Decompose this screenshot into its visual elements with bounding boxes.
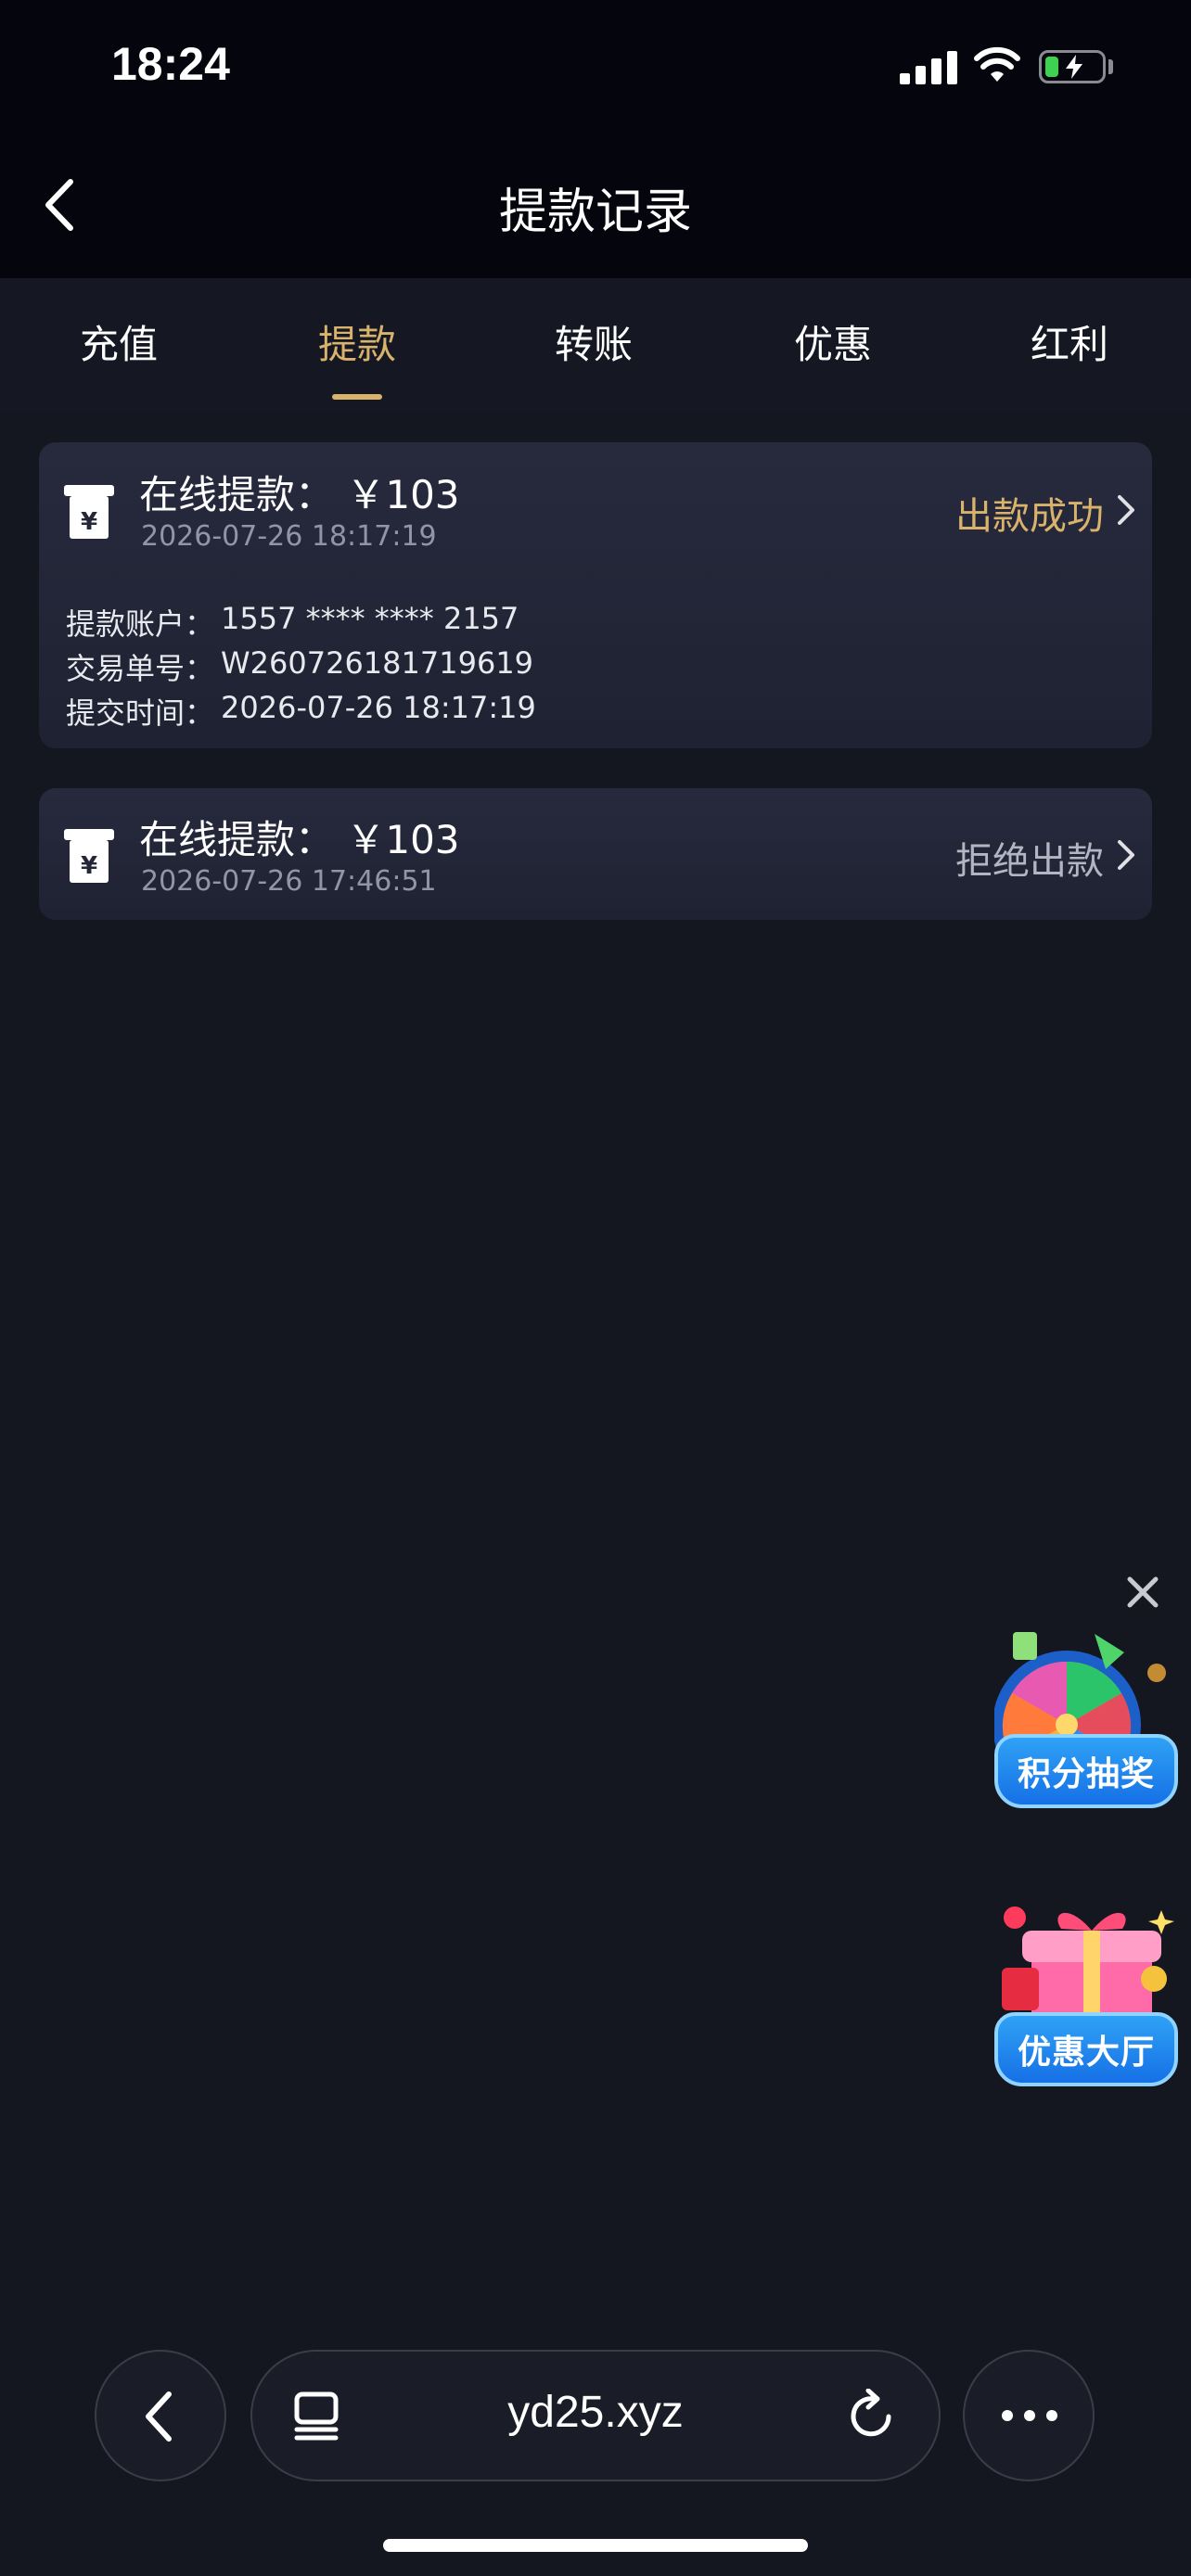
reload-icon[interactable] bbox=[848, 2389, 896, 2441]
detail-value-account: 1557 **** **** 2157 bbox=[221, 601, 519, 636]
active-tab-indicator bbox=[332, 394, 382, 400]
detail-value-order: W260726181719619 bbox=[221, 645, 534, 681]
page-title: 提款记录 bbox=[498, 185, 692, 240]
promo-lucky-wheel[interactable]: 积分抽奖 bbox=[994, 1625, 1178, 1808]
chevron-left-icon bbox=[146, 2391, 172, 2442]
battery-cap bbox=[1108, 59, 1113, 74]
home-indicator bbox=[383, 2539, 808, 2552]
atm-withdraw-icon: ¥ bbox=[64, 829, 114, 883]
record-title: 在线提款： ￥103 bbox=[139, 472, 460, 517]
tab-transfer[interactable]: 转账 bbox=[519, 313, 668, 370]
detail-value-submit-time: 2026-07-26 18:17:19 bbox=[221, 690, 536, 725]
cellular-signal-icon bbox=[900, 49, 957, 84]
battery-icon bbox=[1039, 50, 1106, 83]
wifi-icon bbox=[974, 46, 1020, 82]
status-time: 18:24 bbox=[111, 38, 230, 90]
close-icon[interactable] bbox=[1124, 1574, 1161, 1611]
tab-promotions[interactable]: 优惠 bbox=[759, 313, 907, 370]
promo-label: 积分抽奖 bbox=[994, 1734, 1178, 1808]
tab-bonus[interactable]: 红利 bbox=[995, 313, 1144, 370]
chevron-right-icon[interactable] bbox=[1116, 493, 1136, 527]
svg-text:¥: ¥ bbox=[81, 852, 97, 880]
detail-label-account: 提款账户： bbox=[66, 606, 215, 642]
promo-label: 优惠大厅 bbox=[994, 2012, 1178, 2086]
more-icon bbox=[1002, 2410, 1057, 2421]
detail-label-order: 交易单号： bbox=[66, 651, 215, 686]
record-title: 在线提款： ￥103 bbox=[139, 817, 460, 862]
status-badge: 拒绝出款 bbox=[955, 840, 1104, 883]
svg-text:¥: ¥ bbox=[81, 508, 97, 536]
record-time: 2026-07-26 18:17:19 bbox=[141, 520, 437, 553]
record-time: 2026-07-26 17:46:51 bbox=[141, 865, 437, 898]
detail-label-submit-time: 提交时间： bbox=[66, 695, 215, 731]
tab-withdraw[interactable]: 提款 bbox=[283, 313, 431, 370]
tab-deposit[interactable]: 充值 bbox=[45, 313, 193, 370]
chevron-right-icon[interactable] bbox=[1116, 838, 1136, 872]
url-text: yd25.xyz bbox=[507, 2388, 684, 2437]
atm-withdraw-icon: ¥ bbox=[64, 485, 114, 539]
status-badge: 出款成功 bbox=[955, 495, 1104, 538]
promo-offers-hall[interactable]: 优惠大厅 bbox=[994, 1903, 1178, 2086]
